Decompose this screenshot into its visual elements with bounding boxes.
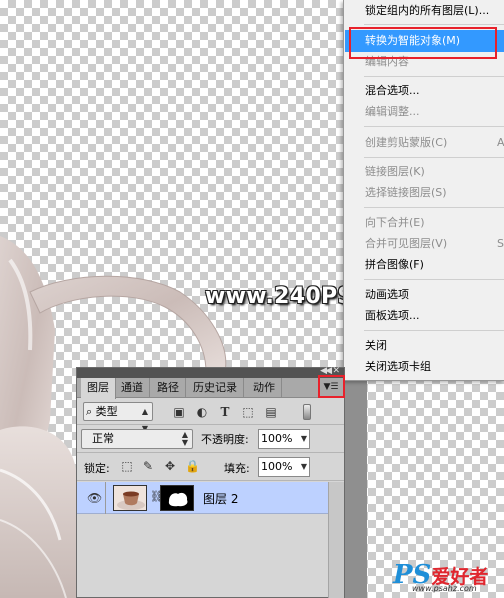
menu-item-animation-options[interactable]: 动画选项 xyxy=(345,284,504,306)
lock-label: 锁定: xyxy=(84,462,110,475)
menu-separator xyxy=(364,330,504,331)
menu-item-lock-all-layers[interactable]: 锁定组内的所有图层(L)... xyxy=(345,0,504,22)
menu-item-edit-contents[interactable]: 编辑内容 xyxy=(345,51,504,73)
menu-separator xyxy=(364,24,504,25)
tab-actions[interactable]: 动作 xyxy=(247,378,282,398)
layers-panel: ◀◀ ✕ 图层 通道 路径 历史记录 动作 ▼☰ ⌕ 类型 ▲▼ ▣ ◐ T ⬚… xyxy=(76,366,345,598)
layer-thumbnail[interactable] xyxy=(113,485,147,511)
layer-filter-bar: ⌕ 类型 ▲▼ ▣ ◐ T ⬚ ▤ xyxy=(77,399,344,433)
menu-item-close-tab-group[interactable]: 关闭选项卡组 xyxy=(345,356,504,378)
lock-bar: 锁定: ⬚ ✎ ✥ 🔒 填充: 100% ▼ xyxy=(77,453,344,481)
opacity-dropdown-icon[interactable]: ▼ xyxy=(297,432,311,446)
lock-all-icon[interactable]: 🔒 xyxy=(185,459,200,473)
divider xyxy=(105,482,106,514)
menu-separator xyxy=(364,279,504,280)
layers-scrollbar[interactable] xyxy=(328,482,344,598)
layer-filter-select[interactable]: ⌕ 类型 ▲▼ xyxy=(83,402,153,433)
lock-pixels-icon[interactable]: ✎ xyxy=(141,459,155,473)
tab-channels[interactable]: 通道 xyxy=(115,378,150,398)
opacity-label: 不透明度: xyxy=(201,433,249,446)
lock-transparency-icon[interactable]: ⬚ xyxy=(120,459,134,473)
type-filter-icon[interactable]: T xyxy=(218,405,232,419)
filter-search-icon: ⌕ xyxy=(86,405,96,418)
menu-item-panel-options[interactable]: 面板选项... xyxy=(345,305,504,327)
menu-item-create-clipping-mask[interactable]: 创建剪贴蒙版(C) A xyxy=(345,132,504,154)
menu-item-edit-adjustment[interactable]: 编辑调整... xyxy=(345,101,504,123)
blend-mode-bar: 正常 ▲ ▼ 不透明度: 100% ▼ xyxy=(77,425,344,453)
menu-item-shortcut: A xyxy=(497,136,504,149)
filter-toggle-switch[interactable] xyxy=(303,404,311,420)
image-filter-icon[interactable]: ▣ xyxy=(172,405,186,419)
menu-item-blending-options[interactable]: 混合选项... xyxy=(345,80,504,102)
shape-filter-icon[interactable]: ⬚ xyxy=(241,405,255,419)
smart-object-filter-icon[interactable]: ▤ xyxy=(264,405,278,419)
menu-separator xyxy=(364,126,504,127)
menu-item-merge-visible[interactable]: 合并可见图层(V) Sh xyxy=(345,233,504,255)
fill-dropdown-icon[interactable]: ▼ xyxy=(297,460,311,474)
menu-separator xyxy=(364,207,504,208)
blend-mode-select[interactable]: 正常 ▲ ▼ xyxy=(81,429,193,449)
layer-row[interactable]: 👁 ⛓ 图层 2 xyxy=(77,482,328,514)
panel-context-menu: 锁定组内的所有图层(L)... 转换为智能对象(M) 编辑内容 混合选项... … xyxy=(343,0,504,381)
layer-mask-thumbnail[interactable] xyxy=(160,485,194,511)
menu-separator xyxy=(364,157,504,158)
workspace-background xyxy=(345,378,367,598)
menu-item-link-layers[interactable]: 链接图层(K) xyxy=(345,161,504,183)
menu-item-label: 合并可见图层(V) xyxy=(365,237,448,250)
menu-item-label: 创建剪贴蒙版(C) xyxy=(365,136,448,149)
menu-item-flatten-image[interactable]: 拼合图像(F) xyxy=(345,254,504,276)
tab-layers[interactable]: 图层 xyxy=(81,378,116,399)
blend-mode-value: 正常 xyxy=(92,432,114,445)
site-url: www.psahz.com xyxy=(412,584,477,593)
close-panel-icon[interactable]: ✕ xyxy=(332,366,340,376)
tab-history[interactable]: 历史记录 xyxy=(187,378,244,398)
collapse-panel-icon[interactable]: ◀◀ xyxy=(320,366,332,376)
chevron-updown-icon: ▲▼ xyxy=(181,430,188,447)
menu-item-close[interactable]: 关闭 xyxy=(345,335,504,357)
adjustment-filter-icon[interactable]: ◐ xyxy=(195,405,209,419)
menu-item-convert-to-smart-object[interactable]: 转换为智能对象(M) xyxy=(345,30,504,52)
menu-item-select-linked-layers[interactable]: 选择链接图层(S) xyxy=(345,182,504,204)
filter-kind-value: 类型 xyxy=(95,405,118,418)
panel-title-bar[interactable]: ◀◀ ✕ xyxy=(77,366,344,378)
panel-tab-bar: 图层 通道 路径 历史记录 动作 ▼☰ xyxy=(77,378,344,399)
tab-paths[interactable]: 路径 xyxy=(151,378,186,398)
eye-icon[interactable]: 👁 xyxy=(87,491,102,505)
menu-item-shortcut: Sh xyxy=(497,237,504,250)
panel-menu-icon[interactable]: ▼☰ xyxy=(321,380,341,396)
menu-separator xyxy=(364,76,504,77)
layer-name[interactable]: 图层 2 xyxy=(203,490,238,507)
lock-position-icon[interactable]: ✥ xyxy=(163,459,177,473)
menu-item-merge-down[interactable]: 向下合并(E) xyxy=(345,212,504,234)
fill-label: 填充: xyxy=(224,462,250,475)
